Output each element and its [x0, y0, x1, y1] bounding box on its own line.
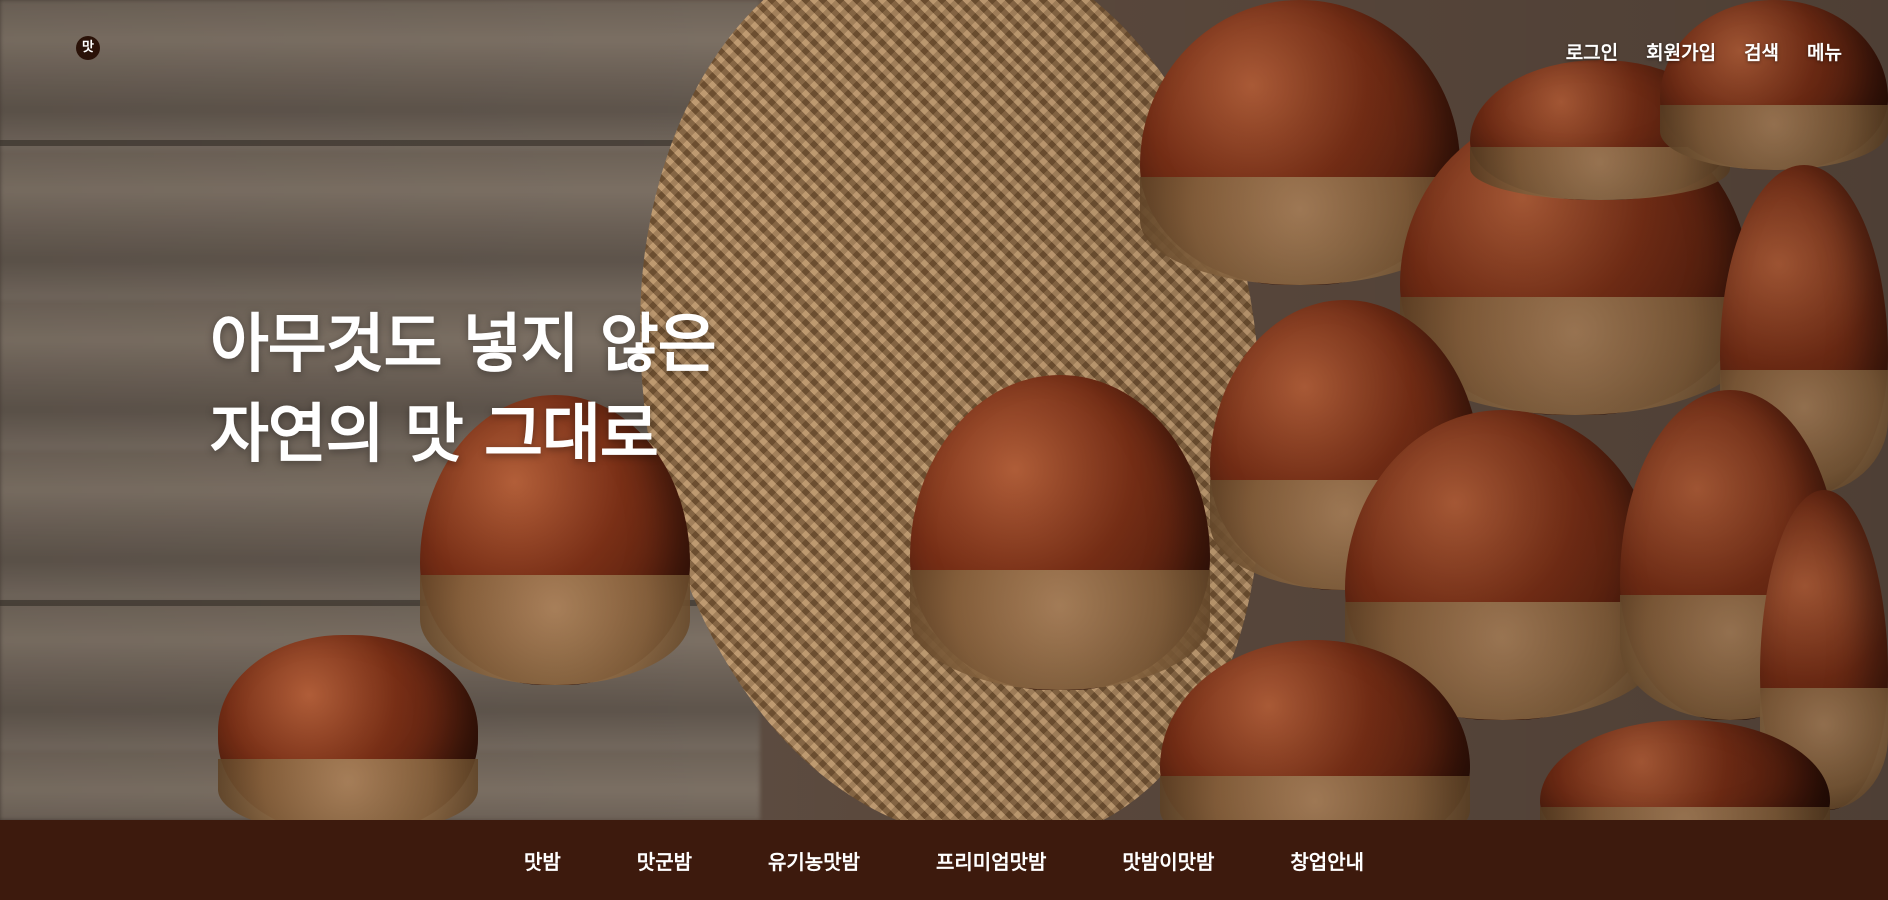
nav-item-organic-matbam[interactable]: 유기농맛밤 — [768, 846, 860, 875]
top-bar: 맛 로그인 회원가입 검색 메뉴 — [0, 0, 1888, 100]
signup-link[interactable]: 회원가입 — [1646, 38, 1716, 65]
nav-item-matbam[interactable]: 맛밤 — [524, 846, 561, 875]
hero-headline-line2: 자연의 맛 그대로 — [210, 398, 659, 472]
nav-item-roasted-matbam[interactable]: 맛군밤 — [637, 846, 692, 875]
login-link[interactable]: 로그인 — [1566, 38, 1618, 65]
nav-item-premium-matbam[interactable]: 프리미엄맛밤 — [936, 846, 1046, 875]
brand-logo-icon[interactable]: 맛 — [76, 36, 100, 60]
nav-item-franchise[interactable]: 창업안내 — [1290, 846, 1364, 875]
hero-headline-line1: 아무것도 넣지 않은 — [210, 308, 717, 382]
nav-item-matbami-matbam[interactable]: 맛밤이맛밤 — [1122, 846, 1214, 875]
utility-nav: 로그인 회원가입 검색 메뉴 — [1566, 38, 1842, 65]
main-nav: 맛밤 맛군밤 유기농맛밤 프리미엄맛밤 맛밤이맛밤 창업안내 — [0, 820, 1888, 900]
hero-headline: 아무것도 넣지 않은 자연의 맛 그대로 — [210, 300, 717, 480]
hero-banner: 맛 로그인 회원가입 검색 메뉴 아무것도 넣지 않은 자연의 맛 그대로 — [0, 0, 1888, 820]
search-link[interactable]: 검색 — [1744, 38, 1779, 65]
menu-link[interactable]: 메뉴 — [1807, 38, 1842, 65]
